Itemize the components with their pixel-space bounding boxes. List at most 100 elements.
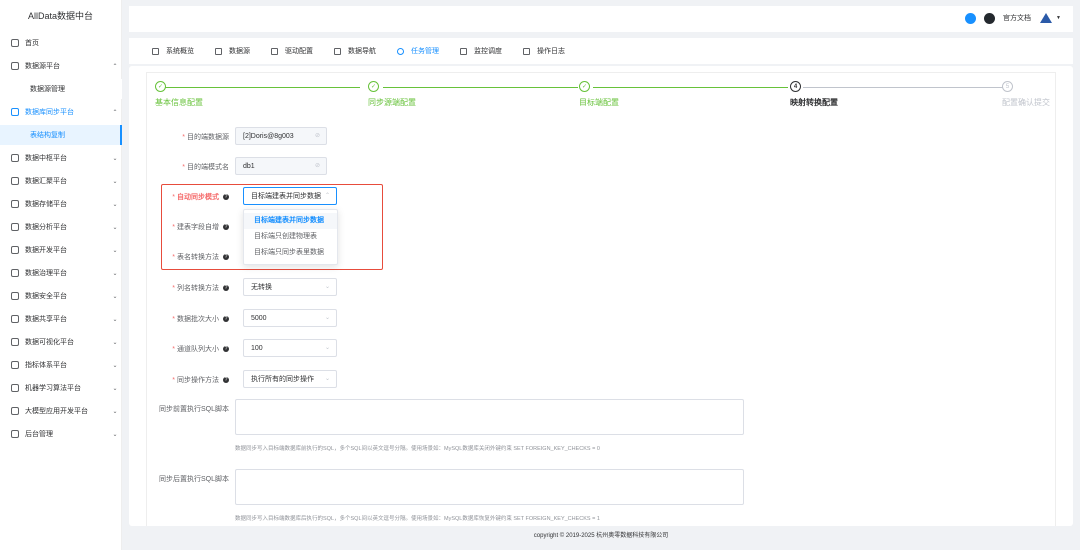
- code-icon: [11, 246, 19, 254]
- sidebar-item-home[interactable]: 首页: [0, 33, 122, 53]
- select-value: 无转换: [251, 284, 272, 291]
- sidebar-item-admin[interactable]: 后台管理 ⌄: [0, 424, 122, 444]
- github-icon[interactable]: [984, 12, 996, 24]
- target-schema-select[interactable]: db1 ⊘: [235, 157, 327, 175]
- chevron-down-icon: ⌄: [112, 224, 118, 231]
- batch-size-select[interactable]: 5000 ⌄: [243, 309, 337, 327]
- chevron-down-icon: ⌄: [112, 408, 118, 415]
- chevron-down-icon: ⌄: [324, 315, 330, 321]
- sidebar-item-data-governance[interactable]: 数据治理平台 ⌄: [0, 263, 122, 283]
- sidebar-item-llm-apps[interactable]: 大模型应用开发平台 ⌄: [0, 401, 122, 421]
- sidebar-item-label: 机器学习算法平台: [25, 385, 81, 392]
- sidebar-item-data-visualization[interactable]: 数据可视化平台 ⌄: [0, 332, 122, 352]
- sidebar-item-db-sync-platform[interactable]: 数据库同步平台 ⌃: [0, 102, 122, 122]
- auto-sync-dropdown: 目标端建表并同步数据 目标端只创建物理表 目标端只同步表里数据: [243, 209, 338, 265]
- sidebar-item-data-hub[interactable]: 数据中枢平台 ⌄: [0, 148, 122, 168]
- tab-driver-config[interactable]: 驱动配置: [271, 46, 313, 56]
- dropdown-option[interactable]: 目标端建表并同步数据: [244, 213, 337, 229]
- user-avatar[interactable]: ▼: [1039, 12, 1061, 24]
- tab-label: 驱动配置: [285, 48, 313, 55]
- sidebar-item-label: 数据库同步平台: [25, 109, 74, 116]
- sync-operation-select[interactable]: 执行所有的同步操作 ⌄: [243, 370, 337, 388]
- chevron-down-icon: ⌄: [112, 362, 118, 369]
- database-icon: [11, 62, 19, 70]
- step-3-circle: ✓: [579, 81, 590, 92]
- target-datasource-select[interactable]: [2]Doris@8g003 ⊘: [235, 127, 327, 145]
- post-sql-textarea[interactable]: [235, 469, 744, 505]
- chevron-down-icon: ⌄: [324, 284, 330, 290]
- tab-task-management[interactable]: 任务管理: [397, 46, 439, 56]
- sidebar-item-label: 表结构复制: [30, 132, 65, 139]
- help-icon: ?: [223, 254, 229, 261]
- sidebar-item-label: 首页: [25, 40, 39, 47]
- step-2-title: 同步源端配置: [368, 98, 416, 107]
- sidebar-item-data-development[interactable]: 数据开发平台 ⌄: [0, 240, 122, 260]
- sidebar-item-label: 数据治理平台: [25, 270, 67, 277]
- top-header: 官方文档 ▼: [129, 6, 1073, 32]
- tab-label: 数据导航: [348, 48, 376, 55]
- chevron-down-icon: ⌄: [112, 201, 118, 208]
- auto-sync-mode-label: * 自动同步模式?: [172, 194, 229, 201]
- sidebar-item-table-structure-copy[interactable]: 表结构复制: [0, 125, 122, 145]
- tab-label: 任务管理: [411, 48, 439, 55]
- tab-monitor-schedule[interactable]: 监控调度: [460, 46, 502, 56]
- chevron-down-icon: ⌄: [112, 293, 118, 300]
- target-datasource-label: * 目的端数据源: [182, 134, 229, 141]
- select-value: 5000: [251, 314, 267, 322]
- clear-icon: ⊘: [314, 133, 320, 139]
- dropdown-option[interactable]: 目标端只创建物理表: [244, 229, 337, 245]
- shield-icon: [11, 292, 19, 300]
- step-connector: [165, 87, 360, 88]
- queue-size-select[interactable]: 100 ⌄: [243, 339, 337, 357]
- sidebar: AllData数据中台 首页 数据源平台 ⌃ 数据源管理 数据库同步平台 ⌃ 表…: [0, 0, 122, 550]
- sidebar-item-datasource-management[interactable]: 数据源管理: [0, 79, 122, 99]
- sidebar-item-ml-algorithms[interactable]: 机器学习算法平台 ⌄: [0, 378, 122, 398]
- step-5-circle: 5: [1002, 81, 1013, 92]
- column-name-conversion-select[interactable]: 无转换 ⌄: [243, 278, 337, 296]
- sidebar-item-datasource-platform[interactable]: 数据源平台 ⌃: [0, 56, 122, 76]
- main-panel: ✓ ✓ ✓ 4 5 基本信息配置 同步源端配置 目标端配置 映射转换配置 配置确…: [129, 66, 1073, 526]
- sidebar-item-data-analysis[interactable]: 数据分析平台 ⌄: [0, 217, 122, 237]
- sidebar-item-data-aggregation[interactable]: 数据汇聚平台 ⌄: [0, 171, 122, 191]
- select-value: [2]Doris@8g003: [243, 132, 294, 140]
- pre-sql-textarea[interactable]: [235, 399, 744, 435]
- chevron-down-icon: ⌄: [324, 376, 330, 382]
- tab-operation-log[interactable]: 操作日志: [523, 46, 565, 56]
- storage-icon: [11, 200, 19, 208]
- aggregate-icon: [11, 177, 19, 185]
- post-sql-hint: 数据同步写入目标端数据库后执行的SQL，多个SQL间以英文逗号分隔。使用场景如：…: [235, 516, 600, 522]
- tab-datasource[interactable]: 数据源: [215, 46, 250, 56]
- driver-icon: [271, 47, 278, 55]
- docs-link[interactable]: 官方文档: [1003, 13, 1031, 23]
- step-connector: [383, 87, 578, 88]
- sidebar-item-label: 数据开发平台: [25, 247, 67, 254]
- dropdown-option[interactable]: 目标端只同步表里数据: [244, 245, 337, 261]
- chevron-up-icon: ⌃: [112, 63, 118, 70]
- sidebar-item-label: 数据中枢平台: [25, 155, 67, 162]
- auto-sync-mode-select[interactable]: 目标端建表并同步数据 ⌃: [243, 187, 337, 205]
- brand-logo-icon[interactable]: [965, 12, 977, 24]
- sidebar-item-data-storage[interactable]: 数据存储平台 ⌄: [0, 194, 122, 214]
- home-icon: [11, 39, 19, 47]
- sidebar-item-metrics-system[interactable]: 指标体系平台 ⌄: [0, 355, 122, 375]
- select-value: 目标端建表并同步数据: [251, 193, 321, 200]
- admin-icon: [11, 430, 19, 438]
- sidebar-item-data-sharing[interactable]: 数据共享平台 ⌄: [0, 309, 122, 329]
- form-content: ✓ ✓ ✓ 4 5 基本信息配置 同步源端配置 目标端配置 映射转换配置 配置确…: [146, 72, 1056, 526]
- analysis-icon: [11, 223, 19, 231]
- chevron-down-icon: ▼: [1056, 15, 1061, 21]
- help-icon: ?: [223, 224, 229, 231]
- tab-label: 操作日志: [537, 48, 565, 55]
- chevron-down-icon: ⌄: [112, 431, 118, 438]
- chevron-down-icon: ⌄: [324, 345, 330, 351]
- tab-data-navigation[interactable]: 数据导航: [334, 46, 376, 56]
- tab-label: 监控调度: [474, 48, 502, 55]
- sidebar-item-label: 数据源管理: [30, 86, 65, 93]
- sidebar-item-data-security[interactable]: 数据安全平台 ⌄: [0, 286, 122, 306]
- tab-system-overview[interactable]: 系统概览: [152, 46, 194, 56]
- pre-sql-hint: 数据同步写入目标端数据库前执行的SQL，多个SQL间以英文逗号分隔。使用场景如：…: [235, 446, 600, 452]
- column-name-conversion-label: * 列名转换方法?: [172, 285, 229, 292]
- ml-icon: [11, 384, 19, 392]
- sidebar-item-label: 数据共享平台: [25, 316, 67, 323]
- batch-size-label: * 数据批次大小?: [172, 316, 229, 323]
